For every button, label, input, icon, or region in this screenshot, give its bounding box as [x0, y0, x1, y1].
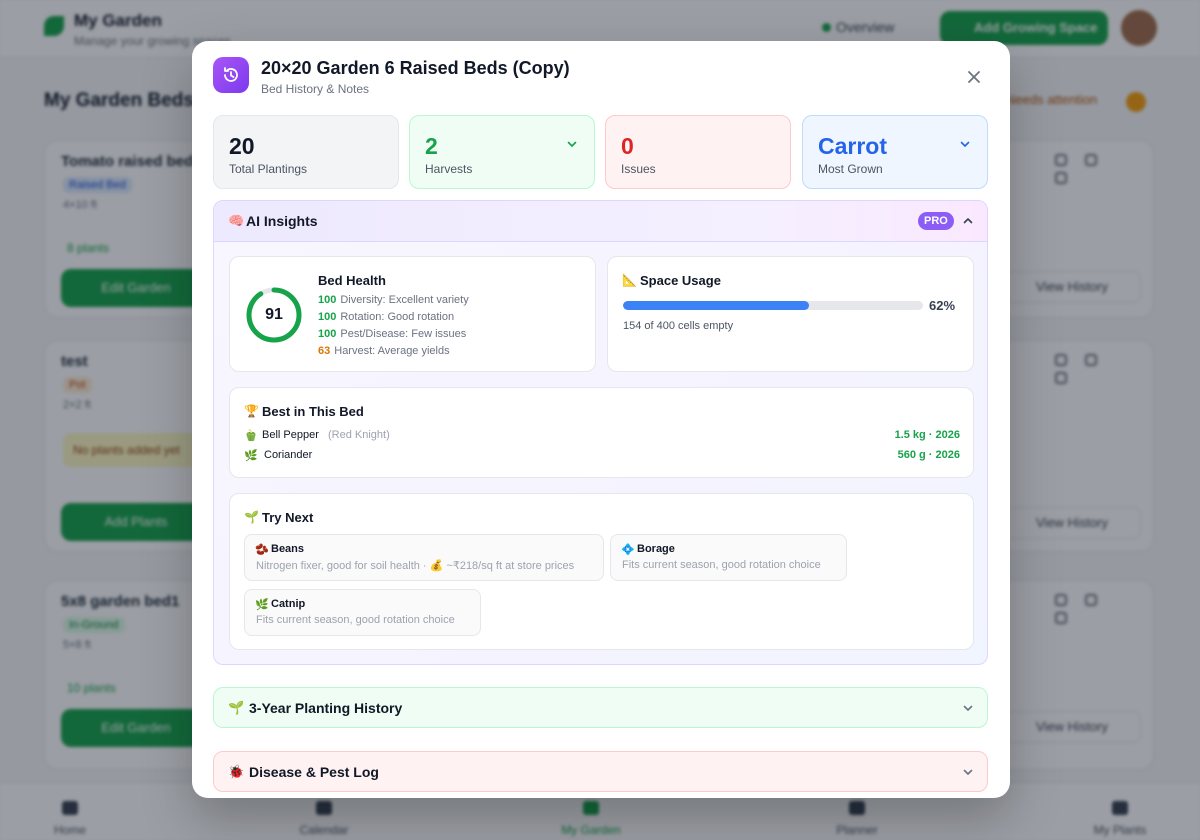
bug-icon: 🐞: [228, 764, 245, 779]
planting-history-title: 3-Year Planting History: [249, 700, 403, 716]
pro-badge: PRO: [918, 212, 954, 230]
metric-score: 100: [318, 294, 337, 306]
space-usage-title: Space Usage: [640, 273, 721, 288]
plant-yield: 560 g · 2026: [897, 449, 960, 461]
suggestion-name: Catnip: [271, 598, 306, 610]
suggestion-description: Nitrogen fixer, good for soil health · 💰…: [256, 560, 575, 572]
trophy-icon: 🏆: [244, 404, 259, 418]
plant-name: Bell Pepper: [262, 429, 319, 441]
suggestion-name: Borage: [637, 543, 675, 555]
ai-insights-title: AI Insights: [246, 213, 318, 229]
stat-label: Most Grown: [818, 162, 883, 176]
health-metric-row: 100 Rotation: Good rotation: [318, 311, 454, 323]
modal-header: 20×20 Garden 6 Raised Beds (Copy) Bed Hi…: [192, 41, 1010, 113]
metric-score: 100: [318, 328, 337, 340]
chevron-down-icon: [963, 705, 973, 711]
disease-pest-log-accordion[interactable]: 🐞 Disease & Pest Log: [213, 751, 988, 792]
metric-label: Diversity: Excellent variety: [340, 294, 469, 306]
sprout-icon: 🌱: [228, 700, 245, 715]
bed-health-title: Bed Health: [318, 273, 386, 288]
try-next-card: 🌱 Try Next 🫘 Beans Nitrogen fixer, good …: [229, 493, 974, 650]
bed-history-modal: 20×20 Garden 6 Raised Beds (Copy) Bed Hi…: [192, 41, 1010, 798]
seedling-icon: 🌱: [244, 510, 259, 524]
metric-label: Harvest: Average yields: [334, 345, 450, 357]
stat-value: 20: [229, 133, 255, 159]
best-plant-row: 🫑 Bell Pepper (Red Knight) 1.5 kg · 2026: [244, 429, 960, 447]
plant-name: Coriander: [264, 449, 313, 461]
suggestion-description: Fits current season, good rotation choic…: [256, 614, 455, 626]
stat-label: Harvests: [425, 162, 473, 176]
beans-icon: 🫘: [255, 544, 269, 556]
metric-label: Pest/Disease: Few issues: [340, 328, 467, 340]
bell-pepper-icon: 🫑: [244, 430, 258, 442]
suggestion-chip-borage[interactable]: 💠 Borage Fits current season, good rotat…: [610, 534, 847, 581]
herb-icon: 🌿: [244, 450, 258, 462]
ai-insights-section: 🧠 AI Insights PRO 91 Bed Health 100 Diver…: [213, 200, 988, 665]
space-usage-card: 📐 Space Usage 62% 154 of 400 cells empty: [607, 256, 974, 372]
metric-label: Rotation: Good rotation: [340, 311, 455, 323]
chevron-down-icon: [963, 769, 973, 775]
close-button[interactable]: [962, 65, 986, 89]
space-usage-bar: [623, 301, 923, 310]
ai-insights-header[interactable]: 🧠 AI Insights PRO: [214, 201, 987, 242]
best-in-bed-card: 🏆 Best in This Bed 🫑 Bell Pepper (Red Kn…: [229, 387, 974, 478]
stat-value: 2: [425, 133, 438, 159]
best-in-bed-title: Best in This Bed: [262, 404, 364, 419]
stat-total-plantings: 20 Total Plantings: [213, 115, 399, 189]
space-usage-note: 154 of 400 cells empty: [623, 320, 734, 332]
close-icon: [968, 71, 980, 83]
ruler-icon: 📐: [622, 273, 637, 287]
stat-value: Carrot: [818, 133, 888, 159]
space-usage-percent: 62%: [929, 298, 956, 313]
chevron-down-icon: [960, 141, 970, 147]
stat-harvests[interactable]: 2 Harvests: [409, 115, 595, 189]
chevron-down-icon: [567, 141, 577, 147]
health-metric-row: 63 Harvest: Average yields: [318, 345, 450, 357]
modal-subtitle: Bed History & Notes: [261, 82, 370, 96]
plant-variety: (Red Knight): [328, 429, 390, 441]
suggestion-chip-beans[interactable]: 🫘 Beans Nitrogen fixer, good for soil he…: [244, 534, 604, 581]
space-usage-fill: [623, 301, 809, 310]
disease-pest-log-title: Disease & Pest Log: [249, 764, 379, 780]
stat-label: Issues: [621, 162, 656, 176]
health-score: 91: [265, 306, 283, 323]
planting-history-accordion[interactable]: 🌱 3-Year Planting History: [213, 687, 988, 728]
modal-title: 20×20 Garden 6 Raised Beds (Copy): [261, 58, 570, 78]
bed-health-card: 91 Bed Health 100 Diversity: Excellent va…: [229, 256, 596, 372]
stat-most-grown[interactable]: Carrot Most Grown: [802, 115, 988, 189]
health-metric-row: 100 Pest/Disease: Few issues: [318, 328, 466, 340]
suggestion-description: Fits current season, good rotation choic…: [622, 559, 821, 571]
suggestion-name: Beans: [271, 543, 305, 555]
try-next-title: Try Next: [262, 510, 314, 525]
metric-score: 63: [318, 345, 331, 357]
stat-issues: 0 Issues: [605, 115, 791, 189]
stat-value: 0: [621, 133, 634, 159]
brain-icon: 🧠: [228, 213, 245, 228]
chevron-up-icon: [963, 218, 973, 224]
plant-yield: 1.5 kg · 2026: [894, 429, 960, 441]
herb-icon: 🌿: [255, 599, 269, 611]
stat-label: Total Plantings: [229, 162, 308, 176]
metric-score: 100: [318, 311, 337, 323]
suggestion-chip-catnip[interactable]: 🌿 Catnip Fits current season, good rotat…: [244, 589, 481, 636]
best-plant-row: 🌿 Coriander 560 g · 2026: [244, 449, 960, 467]
borage-flower-icon: 💠: [621, 544, 635, 556]
health-metric-row: 100 Diversity: Excellent variety: [318, 294, 469, 306]
history-icon: [213, 57, 249, 93]
